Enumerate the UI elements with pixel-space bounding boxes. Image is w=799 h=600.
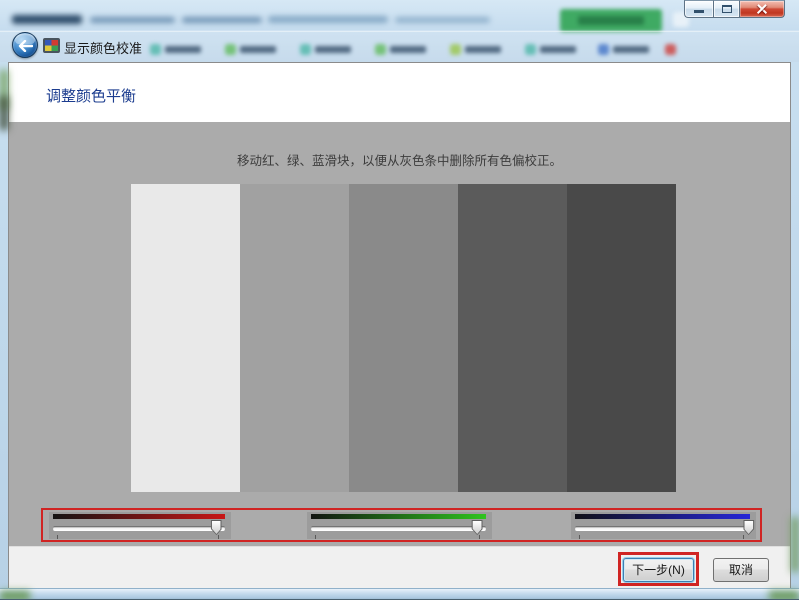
frame-reflection [0, 591, 30, 600]
tick-mark [579, 535, 580, 539]
window-frame-bottom [0, 588, 799, 600]
gray-bar [349, 184, 458, 492]
maximize-icon [722, 5, 732, 13]
title-strip: 调整颜色平衡 [9, 63, 790, 122]
red-slider[interactable] [49, 512, 231, 539]
red-slider-track[interactable] [53, 526, 225, 531]
tick-mark [57, 535, 58, 539]
blurred-search-button [560, 9, 662, 32]
instruction-text: 移动红、绿、蓝滑块，以便从灰色条中删除所有色偏校正。 [9, 150, 790, 169]
tick-mark [479, 535, 480, 539]
green-slider[interactable] [307, 512, 492, 539]
dialog-footer: 下一步(N) 取消 [9, 546, 790, 588]
window-frame-right [791, 62, 799, 588]
blue-slider-thumb[interactable] [743, 520, 754, 535]
blurred-tab-text [12, 15, 82, 24]
back-button[interactable] [12, 32, 38, 58]
gray-bar [240, 184, 349, 492]
blurred-tab-text [395, 17, 490, 23]
tick-mark [315, 535, 316, 539]
frame-reflection [791, 517, 799, 572]
red-gradient-bar [53, 514, 225, 519]
gray-bar [458, 184, 567, 492]
blue-slider-track[interactable] [575, 526, 750, 531]
red-slider-thumb[interactable] [211, 520, 222, 535]
minimize-button[interactable] [684, 0, 713, 18]
maximize-button[interactable] [713, 0, 740, 18]
blurred-tab-text [182, 17, 262, 23]
wizard-header: 显示颜色校准 [0, 30, 799, 62]
blue-gradient-bar [575, 514, 750, 519]
tick-mark [743, 535, 744, 539]
next-button[interactable]: 下一步(N) [623, 558, 694, 582]
frame-reflection [0, 96, 8, 130]
cancel-button[interactable]: 取消 [713, 558, 769, 582]
color-calibration-icon [43, 38, 60, 53]
blue-slider[interactable] [571, 512, 756, 539]
gray-bars [131, 184, 676, 492]
blurred-tab-text [268, 16, 388, 23]
window-frame-left [0, 62, 8, 588]
calibration-area: 移动红、绿、蓝滑块，以便从灰色条中删除所有色偏校正。 [9, 122, 790, 546]
close-button[interactable] [740, 0, 785, 18]
window-title: 显示颜色校准 [64, 38, 142, 57]
green-slider-track[interactable] [311, 526, 486, 531]
back-arrow-icon [18, 40, 33, 52]
tick-mark [218, 535, 219, 539]
page-title: 调整颜色平衡 [46, 85, 136, 106]
dialog-content: 调整颜色平衡 移动红、绿、蓝滑块，以便从灰色条中删除所有色偏校正。 [8, 62, 791, 588]
frame-reflection [769, 591, 799, 600]
blurred-tab-text [90, 17, 175, 23]
green-gradient-bar [311, 514, 486, 519]
sliders-highlight-annotation [41, 508, 762, 542]
gray-bar [131, 184, 240, 492]
blurred-button-text [578, 16, 644, 25]
window-controls [684, 0, 785, 18]
gray-bar [567, 184, 676, 492]
minimize-icon [694, 10, 704, 13]
display-color-calibration-window: 显示颜色校准 调整颜色平衡 移动红、绿、蓝滑块，以便从灰色条中删除所有色偏校正。 [0, 0, 799, 600]
close-icon [756, 3, 768, 15]
green-slider-thumb[interactable] [472, 520, 483, 535]
